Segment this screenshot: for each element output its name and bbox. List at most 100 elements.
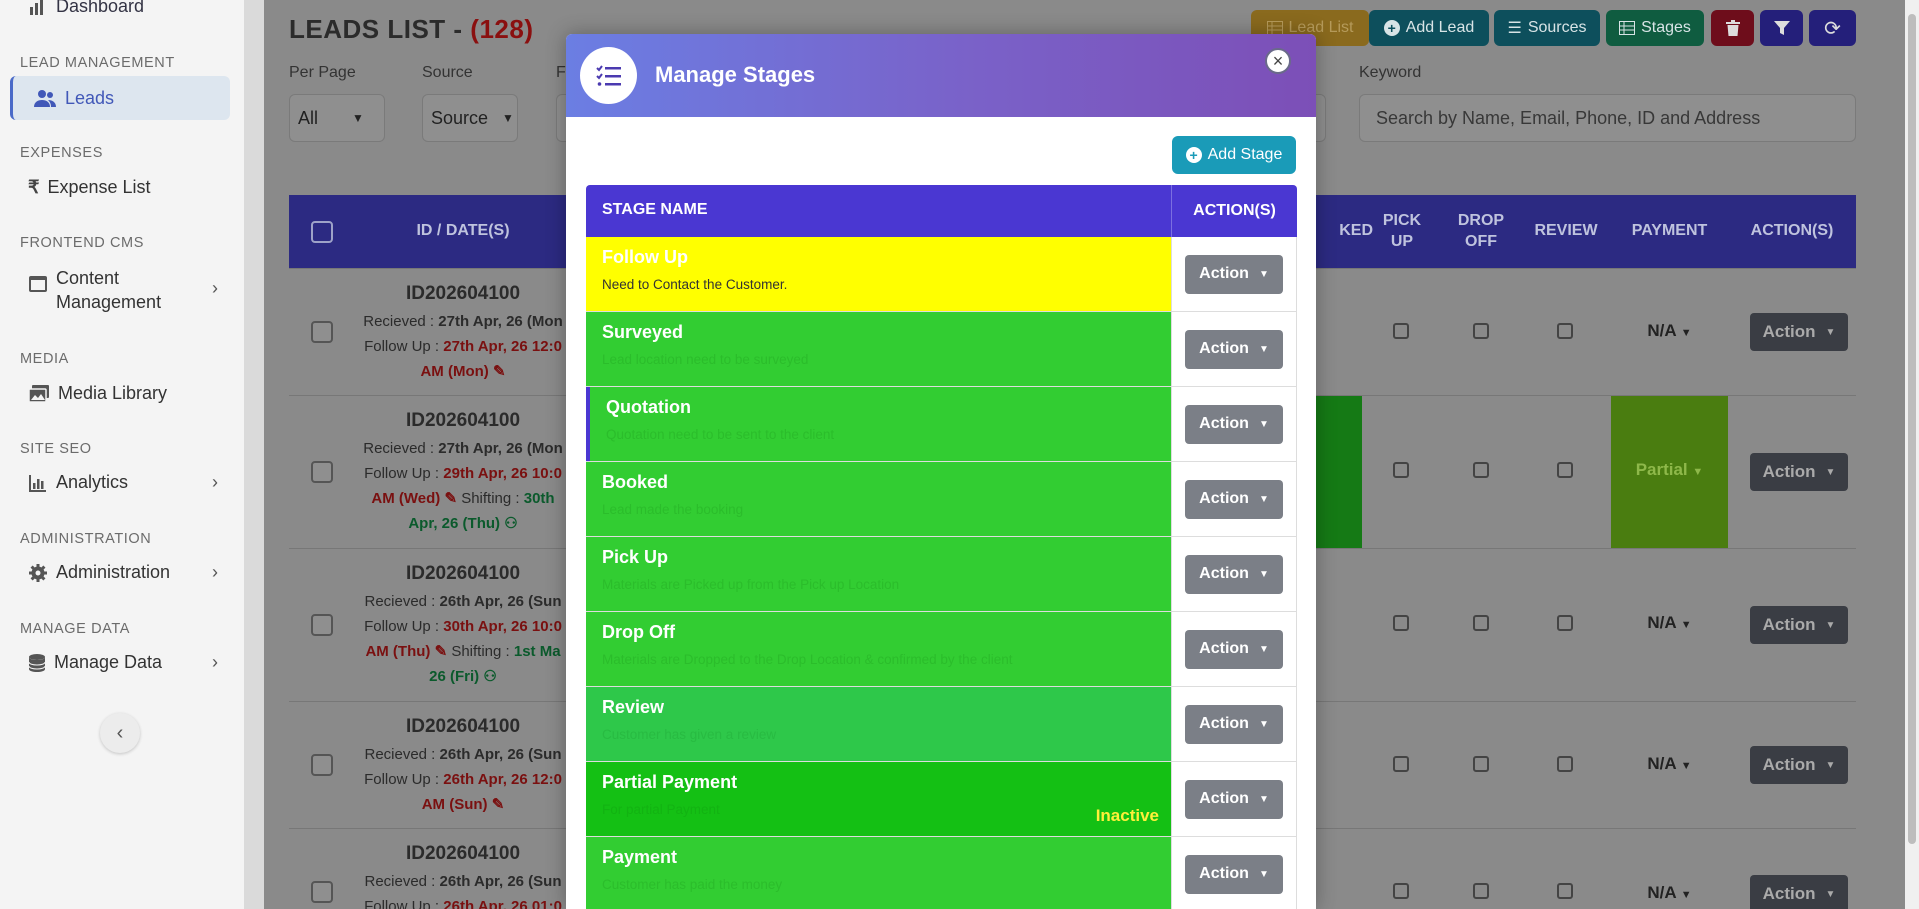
select-all-checkbox[interactable]: [311, 221, 333, 243]
stage-row: Quotation Quotation need to be sent to th…: [586, 387, 1297, 462]
pencil-icon[interactable]: ✎: [492, 796, 505, 813]
row-action-button[interactable]: Action ▼: [1750, 875, 1848, 909]
sidebar-item-analytics[interactable]: Analytics ›: [28, 472, 218, 493]
row-checkbox[interactable]: [311, 754, 333, 776]
stage-action-button[interactable]: Action ▼: [1185, 854, 1283, 894]
stage-name: Quotation: [606, 397, 691, 417]
review-checkbox[interactable]: [1557, 883, 1573, 899]
sources-button[interactable]: ☰ Sources: [1494, 10, 1600, 46]
header-payment: PAYMENT: [1631, 222, 1708, 240]
stage-action-button[interactable]: Action ▼: [1185, 479, 1283, 519]
review-checkbox[interactable]: [1557, 323, 1573, 339]
pencil-icon[interactable]: ✎: [493, 363, 506, 380]
chevron-left-icon: ‹: [116, 721, 124, 744]
caret-down-icon: ▼: [1825, 888, 1836, 900]
filter-select-partial-end[interactable]: [1316, 94, 1326, 142]
row-action-button[interactable]: Action ▼: [1750, 606, 1848, 644]
sidebar-item-content-management[interactable]: Content Management ›: [28, 266, 218, 314]
payment-status[interactable]: N/A ▼: [1611, 613, 1728, 633]
pencil-icon[interactable]: ✎: [435, 643, 448, 660]
caret-down-icon: ▼: [352, 111, 364, 125]
drop-off-checkbox[interactable]: [1473, 883, 1489, 899]
pick-up-checkbox[interactable]: [1393, 462, 1409, 478]
stage-action-cell: Action ▼: [1171, 312, 1297, 386]
lead-id: ID202604100: [405, 843, 521, 864]
drop-off-checkbox[interactable]: [1473, 615, 1489, 631]
source-select[interactable]: Source ▼: [422, 94, 518, 142]
keyword-search-input[interactable]: Search by Name, Email, Phone, ID and Add…: [1359, 94, 1856, 142]
caret-down-icon: ▼: [1825, 326, 1836, 338]
sidebar-item-dashboard[interactable]: Dashboard: [28, 0, 144, 17]
pick-up-checkbox[interactable]: [1393, 756, 1409, 772]
leads-count: (128): [470, 14, 534, 44]
stage-action-button[interactable]: Action ▼: [1185, 779, 1283, 819]
delete-button[interactable]: [1711, 10, 1754, 46]
stage-action-button[interactable]: Action ▼: [1185, 554, 1283, 594]
row-action-button[interactable]: Action ▼: [1750, 453, 1848, 491]
users-icon: [34, 90, 56, 107]
checklist-icon: [580, 47, 637, 104]
caret-down-icon: ▼: [1680, 327, 1692, 339]
payment-status[interactable]: N/A ▼: [1611, 754, 1728, 774]
review-checkbox[interactable]: [1557, 462, 1573, 478]
stage-action-button[interactable]: Action ▼: [1185, 329, 1283, 369]
sidebar-item-administration[interactable]: Administration ›: [28, 562, 218, 583]
stage-action-button[interactable]: Action ▼: [1185, 404, 1283, 444]
pencil-icon[interactable]: ✎: [444, 490, 457, 507]
payment-status[interactable]: N/A ▼: [1611, 883, 1728, 903]
stage-action-button[interactable]: Action ▼: [1185, 704, 1283, 744]
row-checkbox[interactable]: [311, 881, 333, 903]
drop-off-checkbox[interactable]: [1473, 462, 1489, 478]
sidebar: Dashboard LEAD MANAGEMENT Leads EXPENSES…: [0, 0, 244, 909]
stages-button[interactable]: Stages: [1606, 10, 1704, 46]
drop-off-checkbox[interactable]: [1473, 756, 1489, 772]
caret-down-icon: ▼: [1258, 343, 1269, 355]
caret-down-icon: ▼: [1258, 643, 1269, 655]
add-lead-button[interactable]: + Add Lead: [1369, 10, 1489, 46]
row-action-button[interactable]: Action ▼: [1750, 746, 1848, 784]
images-icon: [28, 384, 49, 403]
row-checkbox[interactable]: [311, 321, 333, 343]
review-checkbox[interactable]: [1557, 615, 1573, 631]
section-title-administration: ADMINISTRATION: [20, 531, 152, 547]
row-checkbox[interactable]: [311, 461, 333, 483]
section-title-site-seo: SITE SEO: [20, 441, 92, 457]
scrollbar-thumb[interactable]: [1908, 14, 1916, 844]
stage-description: Need to Contact the Customer.: [602, 277, 788, 292]
payment-status[interactable]: N/A ▼: [1611, 321, 1728, 341]
sidebar-item-leads[interactable]: Leads: [10, 76, 230, 120]
drop-off-checkbox[interactable]: [1473, 323, 1489, 339]
stage-description: Customer has paid the money: [602, 877, 783, 892]
add-stage-button[interactable]: + Add Stage: [1172, 136, 1296, 174]
stage-name: Booked: [602, 472, 669, 492]
payment-status[interactable]: Partial ▼: [1611, 460, 1728, 480]
refresh-button[interactable]: ⟳: [1809, 10, 1856, 46]
stage-description: Materials are Picked up from the Pick up…: [602, 577, 900, 592]
sidebar-item-media-library[interactable]: Media Library: [28, 383, 218, 404]
review-checkbox[interactable]: [1557, 756, 1573, 772]
caret-down-icon: ▼: [1258, 268, 1269, 280]
filter-button[interactable]: [1760, 10, 1803, 46]
stage-action-button[interactable]: Action ▼: [1185, 629, 1283, 669]
sidebar-item-expense-list[interactable]: ₹ Expense List: [28, 177, 218, 198]
sidebar-collapse-button[interactable]: ‹: [100, 713, 140, 753]
lead-id: ID202604100: [405, 410, 521, 431]
stage-name-cell: Follow Up Need to Contact the Customer.: [586, 237, 1171, 311]
pick-up-checkbox[interactable]: [1393, 883, 1409, 899]
page-scrollbar[interactable]: [1905, 0, 1919, 909]
row-checkbox[interactable]: [311, 614, 333, 636]
sidebar-item-manage-data[interactable]: Manage Data ›: [28, 652, 218, 673]
row-action-button[interactable]: Action ▼: [1750, 313, 1848, 351]
per-page-label: Per Page: [289, 64, 356, 81]
pick-up-checkbox[interactable]: [1393, 615, 1409, 631]
stage-description: Customer has given a review: [602, 727, 777, 742]
stage-description: Lead made the booking: [602, 502, 744, 517]
per-page-select[interactable]: All ▼: [289, 94, 385, 142]
stage-name-cell: Quotation Quotation need to be sent to th…: [586, 387, 1171, 461]
pick-up-checkbox[interactable]: [1393, 323, 1409, 339]
close-button[interactable]: ×: [1265, 48, 1291, 74]
caret-down-icon: ▼: [1680, 889, 1692, 901]
sidebar-item-label: Analytics: [56, 472, 129, 492]
gear-icon: [29, 563, 47, 582]
stage-action-button[interactable]: Action ▼: [1185, 254, 1283, 294]
